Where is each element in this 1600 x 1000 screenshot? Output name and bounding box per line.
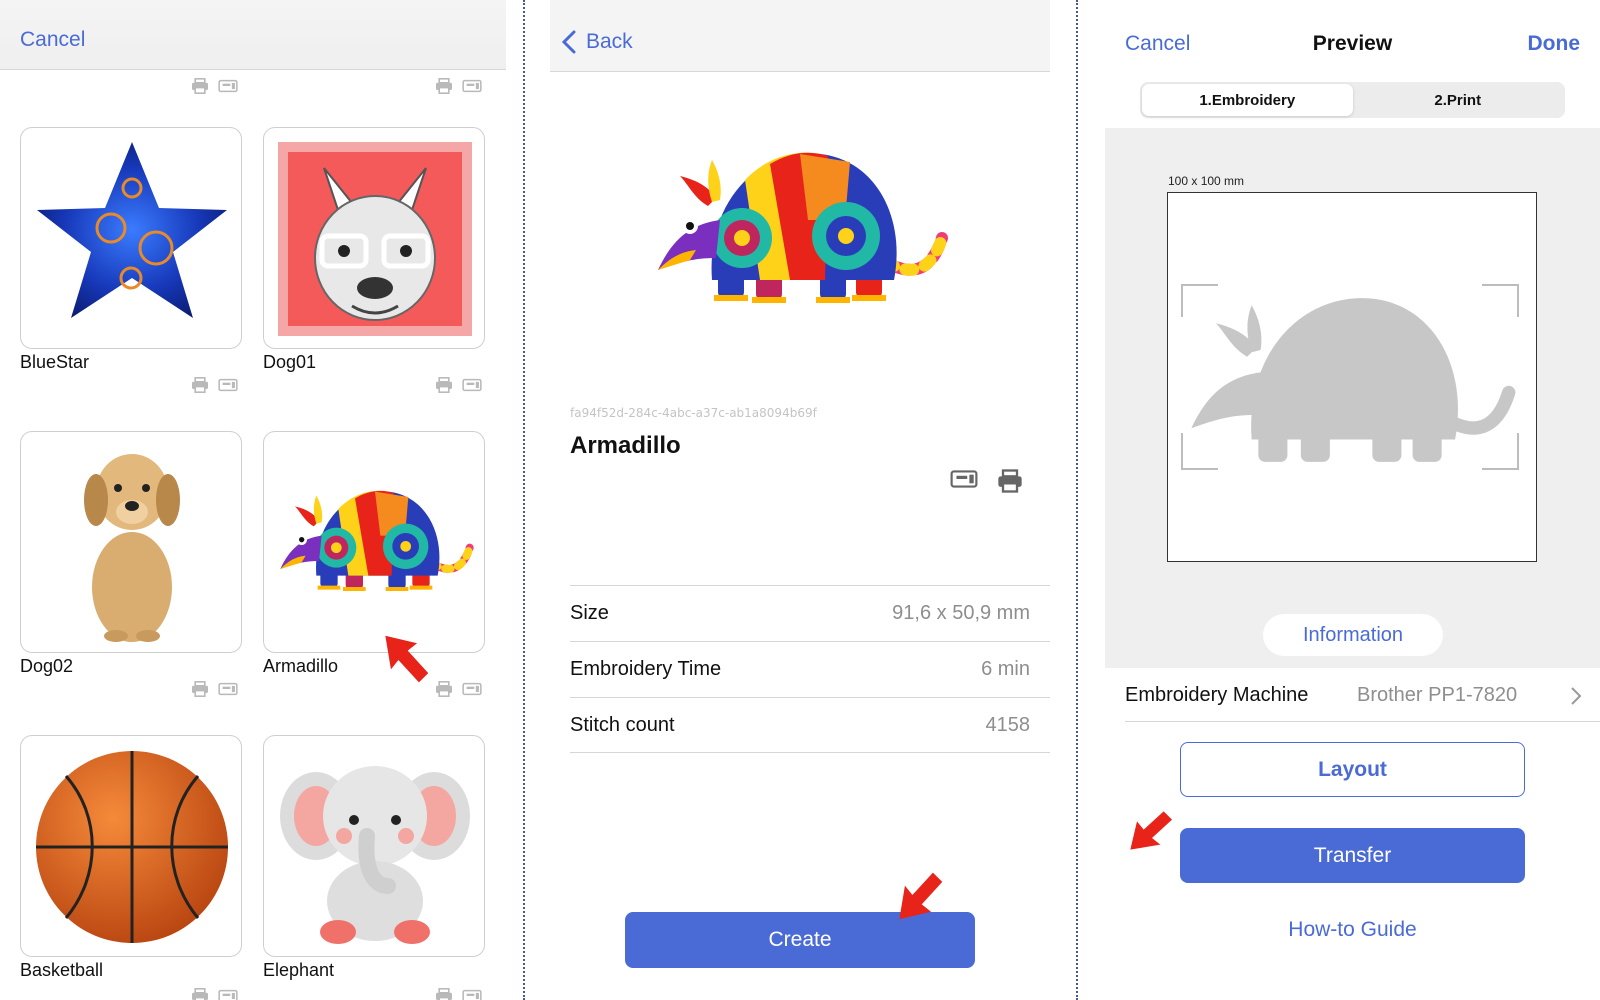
design-actions xyxy=(190,988,238,1000)
embroidery-hoop-icon[interactable] xyxy=(462,681,482,697)
design-name: Basketball xyxy=(20,960,104,980)
printer-icon[interactable] xyxy=(190,988,210,1000)
embroidery-hoop-icon[interactable] xyxy=(218,377,238,393)
design-preview-image xyxy=(650,140,950,310)
printer-icon[interactable] xyxy=(190,78,210,94)
preview-panel: Cancel Preview Done 1.Embroidery 2.Print… xyxy=(1105,0,1600,1000)
design-name: BlueStar xyxy=(20,352,90,372)
machine-label: Embroidery Machine xyxy=(1125,684,1309,706)
elephant-image xyxy=(280,766,470,944)
tab-print[interactable]: 2.Print xyxy=(1353,84,1564,116)
embroidery-hoop-icon[interactable] xyxy=(218,988,238,1000)
panel-divider xyxy=(523,0,525,1000)
spec-label: Embroidery Time xyxy=(570,658,722,680)
nav-bar: Back xyxy=(550,0,1050,72)
nav-bar: Cancel xyxy=(0,0,506,70)
embroidery-hoop-icon[interactable] xyxy=(218,78,238,94)
spec-value: 4158 xyxy=(985,713,1031,736)
annotation-arrow-icon xyxy=(1127,804,1177,862)
embroidery-hoop-icon[interactable] xyxy=(218,681,238,697)
design-name: Dog02 xyxy=(20,656,74,676)
back-button[interactable]: Back xyxy=(562,30,633,54)
embroidery-hoop-frame xyxy=(1167,192,1537,562)
printer-icon[interactable] xyxy=(190,377,210,393)
design-type-icons xyxy=(950,468,1024,494)
spec-row-size: Size 91,6 x 50,9 mm xyxy=(570,585,1050,641)
design-title: Armadillo xyxy=(570,432,681,459)
design-tile-elephant[interactable] xyxy=(263,735,485,957)
design-tile-dog02[interactable] xyxy=(20,431,242,653)
printer-icon[interactable] xyxy=(434,681,454,697)
design-tile-dog01[interactable] xyxy=(263,127,485,349)
french-bulldog-glasses-image xyxy=(278,142,472,336)
machine-value: Brother PP1-7820 xyxy=(1357,684,1518,706)
printer-icon[interactable] xyxy=(434,377,454,393)
printer-icon[interactable] xyxy=(190,681,210,697)
embroidery-machine-row[interactable]: Embroidery Machine Brother PP1-7820 xyxy=(1125,670,1600,722)
printer-icon[interactable] xyxy=(434,988,454,1000)
tab-embroidery[interactable]: 1.Embroidery xyxy=(1142,84,1353,116)
design-name: Elephant xyxy=(263,960,335,980)
spec-label: Stitch count xyxy=(570,713,675,736)
design-tile-basketball[interactable] xyxy=(20,735,242,957)
annotation-arrow-icon xyxy=(376,628,432,692)
printer-icon[interactable] xyxy=(434,78,454,94)
spec-row-embroidery-time: Embroidery Time 6 min xyxy=(570,641,1050,697)
design-actions xyxy=(434,78,482,94)
annotation-arrow-icon xyxy=(890,864,946,926)
embroidery-hoop-icon[interactable] xyxy=(462,377,482,393)
design-actions xyxy=(434,377,482,393)
spec-value: 91,6 x 50,9 mm xyxy=(892,602,1030,624)
embroidery-preview-image xyxy=(1182,283,1518,473)
design-actions xyxy=(190,377,238,393)
cancel-button[interactable]: Cancel xyxy=(20,28,85,52)
puppy-image xyxy=(84,454,180,642)
printer-icon xyxy=(996,468,1024,494)
spec-row-stitch-count: Stitch count 4158 xyxy=(570,697,1050,753)
design-actions xyxy=(190,78,238,94)
chevron-right-icon xyxy=(1571,687,1582,705)
information-button[interactable]: Information xyxy=(1263,614,1443,656)
spec-value: 6 min xyxy=(981,658,1030,680)
chevron-left-icon xyxy=(562,30,576,54)
transfer-button[interactable]: Transfer xyxy=(1180,828,1525,883)
panel-divider xyxy=(1076,0,1078,1000)
page-title: Preview xyxy=(1312,32,1393,55)
design-tile-armadillo[interactable] xyxy=(263,431,485,653)
embroidery-hoop-icon[interactable] xyxy=(462,988,482,1000)
done-button[interactable]: Done xyxy=(1528,32,1581,56)
hoop-size-label: 100 x 100 mm xyxy=(1168,174,1245,188)
how-to-guide-link[interactable]: How-to Guide xyxy=(1105,918,1600,942)
design-actions xyxy=(190,681,238,697)
design-detail-panel: Back fa94f52d-284c-4abc-a37c-ab1a8094b69… xyxy=(550,0,1050,1000)
armadillo-image xyxy=(275,482,475,596)
blue-star-image xyxy=(37,142,227,318)
design-tile-bluestar[interactable] xyxy=(20,127,242,349)
basketball-image xyxy=(36,751,228,943)
design-list-panel: Cancel BlueStar Dog01 Dog02 Armadillo Ba… xyxy=(0,0,506,1000)
spec-label: Size xyxy=(570,602,609,624)
embroidery-hoop-icon xyxy=(950,468,978,490)
design-id: fa94f52d-284c-4abc-a37c-ab1a8094b69f xyxy=(570,406,817,420)
design-actions xyxy=(434,681,482,697)
back-label: Back xyxy=(586,30,633,53)
design-name: Armadillo xyxy=(263,656,339,676)
segmented-control: 1.Embroidery 2.Print xyxy=(1140,82,1565,118)
layout-button[interactable]: Layout xyxy=(1180,742,1525,797)
embroidery-hoop-icon[interactable] xyxy=(462,78,482,94)
design-actions xyxy=(434,988,482,1000)
design-name: Dog01 xyxy=(263,352,317,372)
